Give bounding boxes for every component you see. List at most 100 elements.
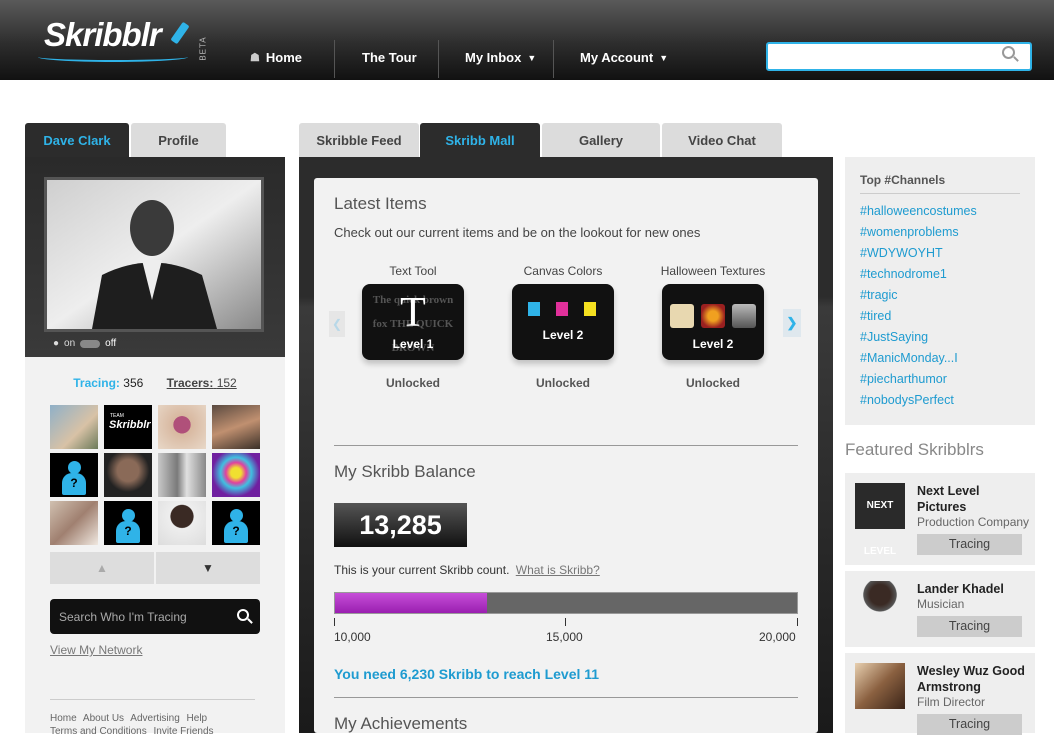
progress-tick	[565, 618, 566, 626]
presence-toggle[interactable]: ● on off	[53, 338, 116, 349]
footer-advertising-link[interactable]: Advertising	[130, 713, 179, 724]
tab-skribble-feed[interactable]: Skribble Feed	[299, 123, 419, 157]
search-input[interactable]	[766, 42, 1032, 71]
avatar[interactable]	[212, 453, 260, 497]
tracing-label[interactable]: Tracing:	[73, 376, 120, 390]
store-item[interactable]: Text Tool The quick brown fox THE QUICK …	[353, 264, 473, 390]
avatar[interactable]: ?	[104, 501, 152, 545]
avatar[interactable]: TEAM Skribblr	[104, 405, 152, 449]
team-logo-text: Skribblr	[109, 419, 151, 431]
nav-tour[interactable]: The Tour	[362, 50, 417, 65]
featured-card: Wesley Wuz Good Armstrong Film Director …	[845, 653, 1035, 735]
channel-link[interactable]: #tragic	[860, 288, 898, 302]
channel-link[interactable]: #nobodysPerfect	[860, 393, 954, 407]
item-status: Unlocked	[685, 376, 740, 390]
main-content: Latest Items Check out our current items…	[299, 157, 833, 733]
tick-label: 10,000	[334, 630, 371, 644]
top-navigation-bar: Skribblr BETA ☗ Home The Tour My Inbox ▼…	[0, 0, 1054, 80]
page-up-button[interactable]: ▲	[50, 552, 154, 584]
tab-skribb-mall[interactable]: Skribb Mall	[420, 123, 540, 157]
featured-name[interactable]: Wesley Wuz Good Armstrong	[917, 663, 1032, 695]
avatar[interactable]	[212, 405, 260, 449]
featured-name[interactable]: Next Level Pictures	[917, 483, 1032, 515]
avatar[interactable]	[104, 453, 152, 497]
featured-avatar[interactable]	[855, 663, 905, 709]
tab-video-chat[interactable]: Video Chat	[662, 123, 782, 157]
network-search-input[interactable]: Search Who I'm Tracing	[50, 599, 260, 634]
avatar[interactable]	[158, 405, 206, 449]
level-goal-text[interactable]: You need 6,230 Skribb to reach Level 11	[334, 666, 599, 682]
profile-header: ● on off	[25, 157, 285, 357]
featured-role: Film Director	[917, 695, 985, 709]
avatar[interactable]	[158, 453, 206, 497]
featured-role: Musician	[917, 597, 965, 611]
view-network-link[interactable]: View My Network	[50, 643, 142, 657]
nav-inbox[interactable]: My Inbox ▼	[465, 50, 536, 65]
search-icon[interactable]	[235, 599, 260, 634]
footer-invite-link[interactable]: Invite Friends	[154, 726, 214, 737]
beta-label: BETA	[198, 36, 208, 61]
channel-link[interactable]: #halloweencostumes	[860, 204, 977, 218]
what-is-skribb-link[interactable]: What is Skribb?	[516, 563, 600, 577]
toggle-switch[interactable]	[80, 339, 101, 348]
carousel-prev-button[interactable]: ❮	[329, 311, 345, 337]
item-thumbnail: The quick brown fox THE QUICK BROWN T Le…	[362, 284, 464, 360]
avatar[interactable]	[50, 501, 98, 545]
page-down-button[interactable]: ▼	[156, 552, 260, 584]
item-name: Halloween Textures	[660, 264, 766, 278]
store-item[interactable]: Halloween Textures Level 2 Unlocked	[653, 264, 773, 390]
home-icon: ☗	[250, 52, 260, 64]
channel-link[interactable]: #WDYWOYHT	[860, 246, 943, 260]
nav-home[interactable]: ☗ Home	[250, 50, 302, 65]
featured-avatar[interactable]: NEXT LEVEL	[855, 483, 905, 557]
featured-role: Production Company	[917, 515, 1030, 529]
channel-link[interactable]: #womenproblems	[860, 225, 959, 239]
channel-link[interactable]: #JustSaying	[860, 330, 928, 344]
avatar[interactable]: ?	[50, 453, 98, 497]
store-item[interactable]: Canvas Colors Level 2 Unlocked	[503, 264, 623, 390]
footer-about-link[interactable]: About Us	[83, 713, 124, 724]
channel-link[interactable]: #technodrome1	[860, 267, 947, 281]
presence-off-label: off	[105, 338, 117, 349]
item-thumbnail: Level 2	[662, 284, 764, 360]
profile-photo[interactable]	[44, 177, 264, 332]
tracers-label-text: Tracers:	[166, 376, 214, 390]
tracers-label[interactable]: Tracers: 152	[167, 376, 237, 390]
tracing-button[interactable]: Tracing	[917, 616, 1022, 637]
nav-divider	[438, 40, 439, 78]
mall-panel: Latest Items Check out our current items…	[314, 178, 818, 733]
grid-pager: ▲ ▼	[50, 552, 260, 584]
item-level: Level 2	[542, 328, 584, 342]
footer-help-link[interactable]: Help	[187, 713, 208, 724]
pen-icon	[170, 21, 190, 45]
logo[interactable]: Skribblr	[44, 16, 162, 54]
tab-user[interactable]: Dave Clark	[25, 123, 129, 157]
nav-account[interactable]: My Account ▼	[580, 50, 668, 65]
channel-link[interactable]: #piecharthumor	[860, 372, 947, 386]
avatar[interactable]	[50, 405, 98, 449]
arrow-down-icon: ▼	[202, 561, 214, 575]
tracing-button[interactable]: Tracing	[917, 714, 1022, 735]
channel-link[interactable]: #tired	[860, 309, 891, 323]
dot-icon: ●	[53, 338, 60, 349]
footer-terms-link[interactable]: Terms and Conditions	[50, 726, 147, 737]
pumpkin-texture-icon	[701, 304, 725, 328]
featured-avatar[interactable]	[855, 581, 905, 627]
featured-name[interactable]: Lander Khadel	[917, 581, 1032, 597]
avatar[interactable]: ?	[212, 501, 260, 545]
chevron-right-icon: ❯	[786, 315, 798, 330]
presence-on-label: on	[64, 338, 76, 349]
nav-divider	[553, 40, 554, 78]
search-icon[interactable]	[1002, 46, 1015, 59]
footer-home-link[interactable]: Home	[50, 713, 77, 724]
channel-link[interactable]: #ManicMonday...I	[860, 351, 958, 365]
tab-profile[interactable]: Profile	[131, 123, 226, 157]
carousel-next-button[interactable]: ❯	[783, 309, 801, 337]
avatar[interactable]	[158, 501, 206, 545]
item-name: Text Tool	[389, 264, 437, 278]
item-level: Level 2	[692, 337, 734, 351]
section-title: My Skribb Balance	[334, 462, 476, 481]
tab-gallery[interactable]: Gallery	[542, 123, 660, 157]
item-status: Unlocked	[535, 376, 590, 390]
tracing-button[interactable]: Tracing	[917, 534, 1022, 555]
